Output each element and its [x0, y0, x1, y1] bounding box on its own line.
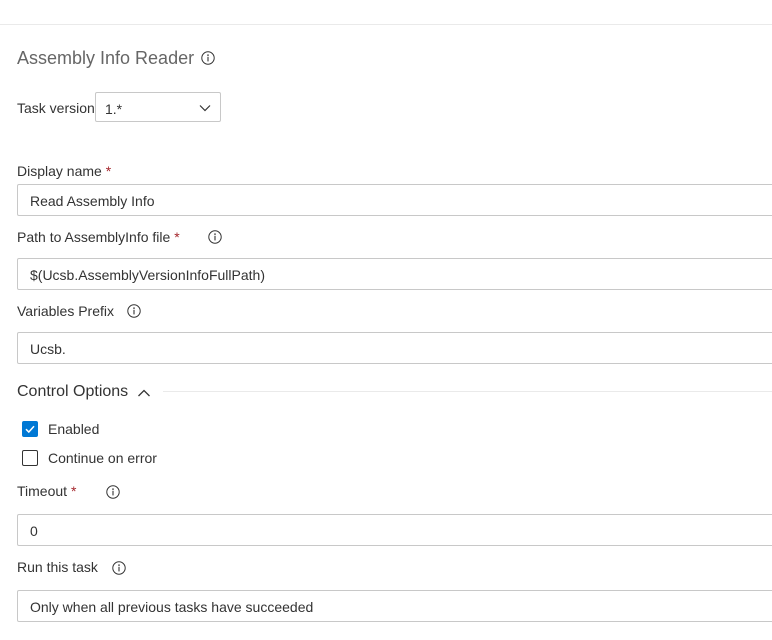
control-options-header[interactable]: Control Options	[17, 382, 128, 402]
display-name-input[interactable]: Read Assembly Info	[17, 184, 772, 216]
info-icon[interactable]	[112, 561, 126, 575]
timeout-label-text: Timeout	[17, 483, 68, 499]
timeout-input[interactable]: 0	[17, 514, 772, 546]
top-divider	[0, 24, 772, 25]
run-condition-value: Only when all previous tasks have succee…	[30, 599, 314, 615]
path-label: Path to AssemblyInfo file *	[17, 228, 180, 246]
timeout-label: Timeout *	[17, 482, 76, 500]
path-value: $(Ucsb.AssemblyVersionInfoFullPath)	[30, 267, 265, 283]
info-icon[interactable]	[127, 304, 141, 318]
display-name-label: Display name *	[17, 162, 111, 180]
display-name-label-text: Display name	[17, 163, 102, 179]
task-editor-panel: Assembly Info Reader Task version 1.* Di…	[0, 0, 772, 640]
prefix-value: Ucsb.	[30, 341, 66, 357]
run-condition-select[interactable]: Only when all previous tasks have succee…	[17, 590, 772, 622]
path-label-text: Path to AssemblyInfo file	[17, 229, 171, 245]
continue-on-error-label[interactable]: Continue on error	[48, 449, 157, 467]
task-version-label: Task version	[17, 100, 95, 116]
section-divider	[163, 391, 772, 392]
task-version-value: 1.*	[105, 101, 123, 117]
run-condition-label: Run this task	[17, 559, 98, 575]
prefix-input[interactable]: Ucsb.	[17, 332, 772, 364]
enabled-label[interactable]: Enabled	[48, 420, 99, 438]
task-version-select[interactable]: 1.*	[95, 92, 221, 122]
required-mark: *	[105, 163, 112, 179]
info-icon[interactable]	[208, 230, 222, 244]
info-icon[interactable]	[106, 485, 120, 499]
required-mark: *	[70, 483, 77, 499]
chevron-up-icon[interactable]	[137, 386, 151, 398]
continue-on-error-checkbox[interactable]	[22, 450, 38, 466]
path-input[interactable]: $(Ucsb.AssemblyVersionInfoFullPath)	[17, 258, 772, 290]
chevron-down-icon	[198, 101, 212, 115]
task-title: Assembly Info Reader	[17, 48, 195, 68]
enabled-checkbox[interactable]	[22, 421, 38, 437]
required-mark: *	[174, 229, 180, 245]
timeout-value: 0	[30, 523, 38, 539]
prefix-label: Variables Prefix	[17, 303, 115, 319]
display-name-value: Read Assembly Info	[30, 193, 155, 209]
info-icon[interactable]	[201, 51, 215, 65]
